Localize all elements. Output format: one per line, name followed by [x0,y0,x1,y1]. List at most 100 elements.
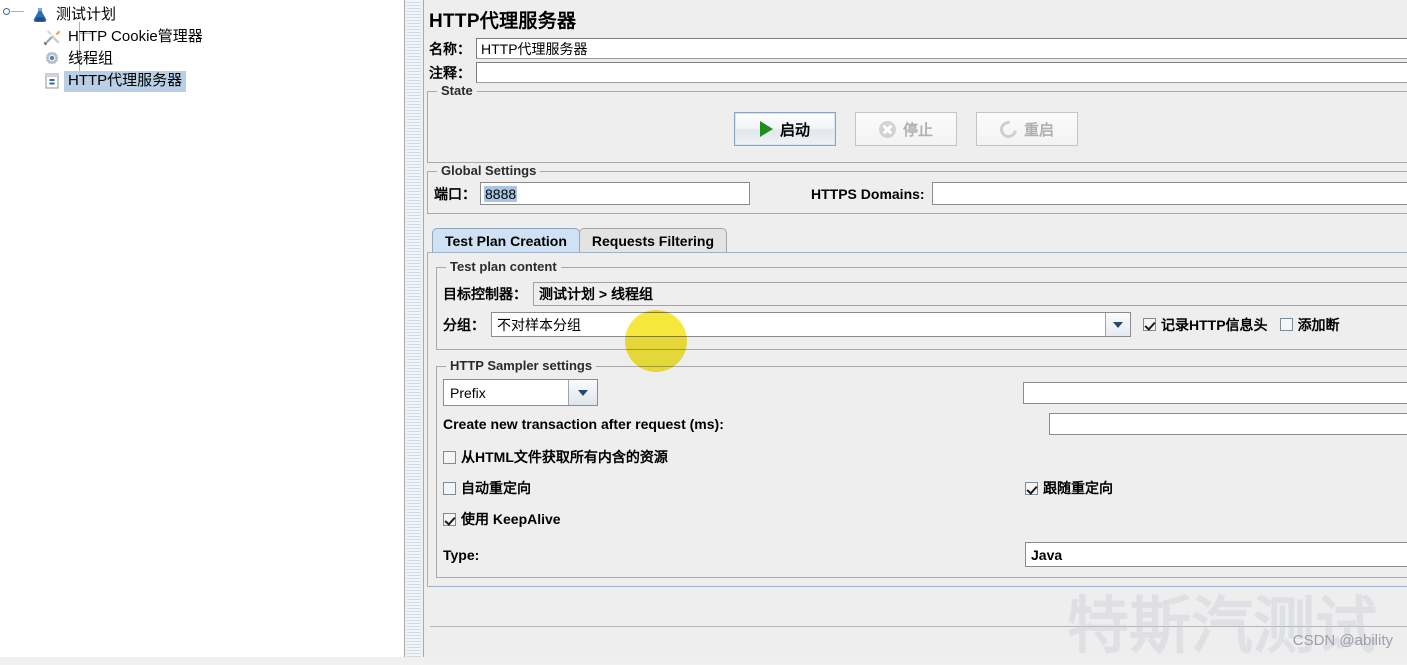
add-assertions-label: 添加断 [1297,316,1340,333]
keepalive-checkbox[interactable]: 使用 KeepAlive [443,509,1407,529]
type-row: Type: Java [443,542,1407,567]
http-sampler-settings-group: HTTP Sampler settings Prefix Create new … [436,359,1407,578]
grouping-combo-arrow-button[interactable] [1105,313,1130,336]
type-label-cell: Type: [443,547,1025,563]
global-settings-group: Global Settings 端口： 8888 HTTPS Domains: [427,164,1407,214]
tree-item-http-cookie-manager[interactable]: HTTP Cookie管理器 [0,26,404,48]
name-label: 名称： [429,40,471,57]
type-input[interactable]: Java [1025,542,1407,567]
follow-redirect-label: 跟随重定向 [1043,480,1113,496]
stop-button[interactable]: 停止 [855,112,957,146]
transaction-row: Create new transaction after request (ms… [443,413,1407,435]
comment-row: 注释： [424,62,1407,83]
tab-test-plan-creation[interactable]: Test Plan Creation [432,228,580,253]
transaction-label: Create new transaction after request (ms… [443,416,724,432]
test-plan-content-group: Test plan content 目标控制器： 测试计划 > 线程组 分组： … [436,260,1407,350]
prefix-combo-arrow-button[interactable] [568,380,597,405]
checkbox-box [1279,318,1293,331]
test-plan-tree[interactable]: 测试计划 HTTP Cookie管理器 线程组 HTTP代理服务器 [0,0,404,92]
name-input[interactable]: HTTP代理服务器 [476,38,1407,59]
stop-icon [878,120,896,138]
tree-item-test-plan[interactable]: 测试计划 [0,4,404,26]
name-input-value: HTTP代理服务器 [481,40,588,57]
transaction-input[interactable] [1049,413,1407,435]
thread-group-icon [42,49,62,69]
restart-button[interactable]: 重启 [976,112,1078,146]
tab-requests-filtering[interactable]: Requests Filtering [578,228,728,253]
split-pane-divider[interactable] [404,0,424,657]
redirect-row: 自动重定向 跟随重定向 [443,478,1407,498]
port-input-value: 8888 [484,185,518,202]
auto-redirect-cell: 自动重定向 [443,478,1025,498]
retrieve-embedded-checkbox[interactable]: 从HTML文件获取所有内含的资源 [443,447,1407,467]
port-input[interactable]: 8888 [480,182,750,205]
https-domains-label: HTTPS Domains: [811,185,925,202]
grouping-combo-value: 不对样本分组 [497,316,581,333]
keepalive-row: 使用 KeepAlive [443,509,1407,529]
test-plan-content-title: Test plan content [446,260,561,274]
tab-strip: Test Plan Creation Requests Filtering [432,228,1407,253]
follow-redirect-checkbox[interactable]: 跟随重定向 [1025,478,1113,498]
stop-button-label: 停止 [902,121,933,139]
page-title: HTTP代理服务器 [429,11,577,32]
chevron-down-icon [578,389,588,396]
test-plan-icon [30,5,50,25]
prefix-combo-value: Prefix [450,384,486,401]
prefix-combo[interactable]: Prefix [443,379,598,406]
start-button-label: 启动 [779,121,810,139]
restart-icon [996,117,1021,141]
https-domains-input[interactable] [931,182,1407,205]
checkbox-box [443,450,456,464]
capture-http-headers-label: 记录HTTP信息头 [1161,316,1268,333]
tab-label: Test Plan Creation [445,233,567,249]
checkbox-box [1025,481,1038,495]
test-plan-tree-panel[interactable]: 测试计划 HTTP Cookie管理器 线程组 HTTP代理服务器 [0,0,404,657]
target-controller-label: 目标控制器： [443,286,527,302]
checkbox-box [443,481,456,495]
prefix-row: Prefix [443,379,1407,406]
http-sampler-settings-title: HTTP Sampler settings [446,359,597,373]
checkbox-box [1143,318,1156,331]
bottom-divider [430,626,1407,627]
type-value: Java [1031,546,1063,563]
prefix-value-input[interactable] [1023,381,1407,404]
target-controller-field[interactable]: 测试计划 > 线程组 [533,282,1407,306]
auto-redirect-checkbox[interactable]: 自动重定向 [443,478,1025,498]
jmeter-window: 测试计划 HTTP Cookie管理器 线程组 HTTP代理服务器 HTTP代理… [0,0,1407,662]
capture-http-headers-checkbox[interactable]: 记录HTTP信息头 [1143,315,1268,335]
target-controller-value: 测试计划 > 线程组 [539,286,653,302]
state-button-row: 启动 停止 重启 [424,108,1407,148]
divider-texture [407,0,421,657]
global-settings-group-title: Global Settings [437,164,541,178]
tree-item-label: 线程组 [68,49,114,67]
cookie-manager-icon [42,27,62,47]
http-proxy-server-panel: HTTP代理服务器 名称： HTTP代理服务器 注释： State 启动 停止 … [424,0,1407,657]
state-group-title: State [437,84,477,98]
state-group: State 启动 停止 重启 [424,84,1407,163]
tree-item-http-proxy-server[interactable]: HTTP代理服务器 [0,70,404,92]
tree-item-label: HTTP Cookie管理器 [68,27,203,45]
name-row: 名称： HTTP代理服务器 [424,38,1407,59]
checkbox-box [443,512,456,526]
tab-label: Requests Filtering [591,233,715,249]
global-settings-row: 端口： 8888 HTTPS Domains: [434,182,1407,205]
play-icon [759,121,773,137]
retrieve-embedded-label: 从HTML文件获取所有内含的资源 [461,449,668,465]
port-label: 端口： [434,185,476,202]
retrieve-embedded-row: 从HTML文件获取所有内含的资源 [443,447,1407,467]
http-proxy-server-icon [42,71,62,91]
comment-input[interactable] [476,62,1407,83]
test-plan-creation-panel: Test plan content 目标控制器： 测试计划 > 线程组 分组： … [427,252,1407,587]
tree-item-label: 测试计划 [56,5,117,23]
grouping-combo[interactable]: 不对样本分组 [491,312,1131,337]
restart-button-label: 重启 [1023,121,1054,139]
tree-item-label: HTTP代理服务器 [64,70,187,92]
grouping-label: 分组： [443,316,485,333]
comment-label: 注释： [429,64,471,81]
type-label: Type: [443,546,480,563]
chevron-down-icon [1113,321,1123,328]
tree-item-thread-group[interactable]: 线程组 [0,48,404,70]
grouping-row: 分组： 不对样本分组 记录HTTP信息头 添加断 [443,312,1407,337]
start-button[interactable]: 启动 [734,112,836,146]
add-assertions-checkbox[interactable]: 添加断 [1279,315,1340,335]
